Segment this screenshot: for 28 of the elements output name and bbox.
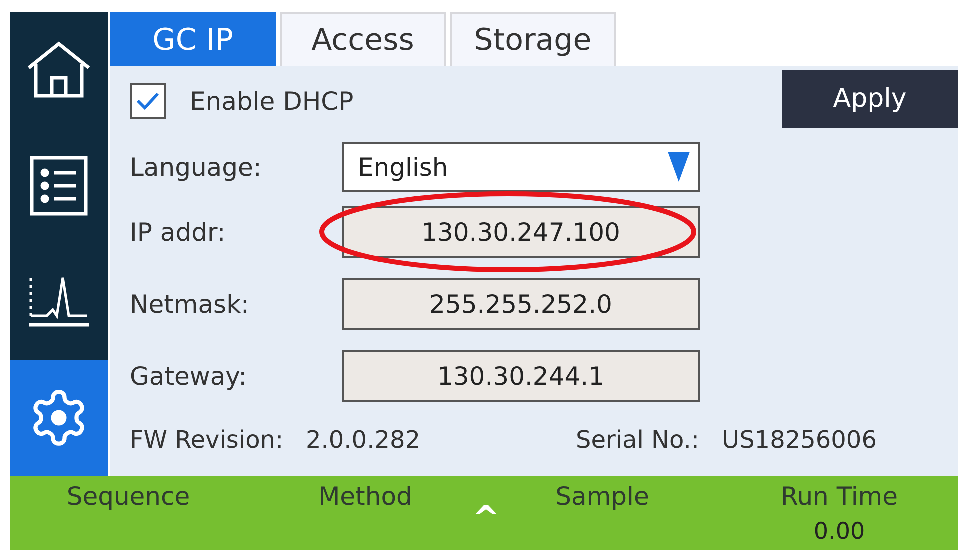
list-icon [30, 156, 88, 216]
input-field[interactable]: 255.255.252.0 [342, 278, 700, 330]
field-label: Netmask: [130, 290, 250, 318]
tab[interactable]: GC IP [110, 12, 276, 66]
dropdown-arrow-icon [668, 152, 690, 182]
serial-number-label: Serial No.: [576, 426, 700, 454]
checkbox-label: Enable DHCP [190, 86, 354, 116]
status-label: Sequence [66, 482, 190, 511]
apply-button[interactable]: Apply [782, 70, 958, 128]
check-icon [136, 92, 160, 110]
home-icon [26, 40, 92, 100]
input-field[interactable]: 130.30.247.100 [342, 206, 700, 258]
status-label: Run Time [780, 482, 898, 511]
tab[interactable]: Storage [450, 12, 616, 66]
input-field[interactable]: 130.30.244.1 [342, 350, 700, 402]
status-label: Sample [556, 482, 650, 511]
chart-icon [27, 276, 91, 328]
status-value: 0.00 [814, 519, 866, 545]
field-label: IP addr: [130, 218, 227, 246]
checkbox[interactable] [130, 83, 166, 119]
language-dropdown[interactable]: English [342, 142, 700, 192]
fw-revision-value: 2.0.0.282 [306, 426, 422, 454]
serial-number-value: US18256006 [722, 426, 877, 454]
tab[interactable]: Access [280, 12, 446, 66]
field-label: Language: [130, 152, 263, 182]
status-label: Method [318, 482, 412, 511]
fw-revision-label: FW Revision: [130, 426, 285, 454]
field-label: Gateway: [130, 362, 248, 390]
